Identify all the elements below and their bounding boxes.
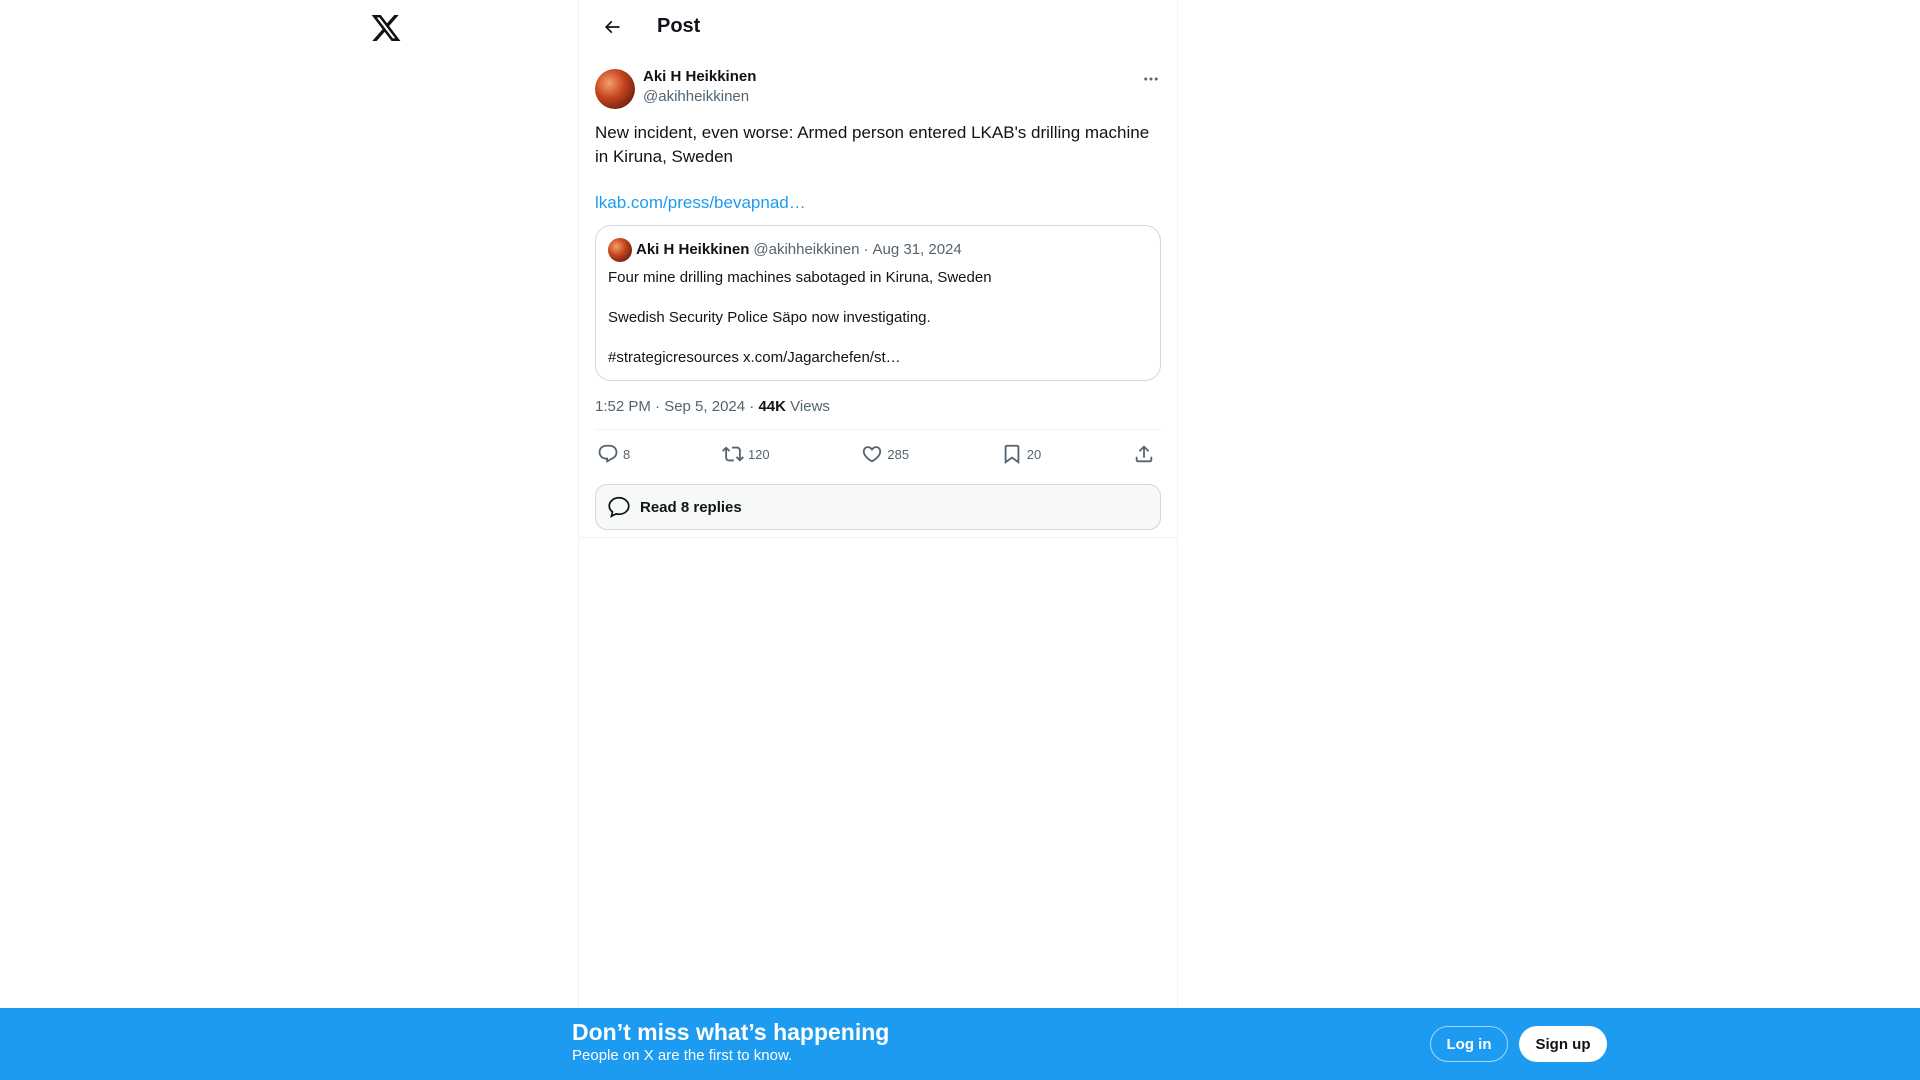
repost-button[interactable]: 120 — [722, 443, 770, 465]
reply-icon — [598, 444, 618, 463]
page-header: Post — [579, 0, 1177, 53]
primary-column: Post Aki H Heikkinen @akihheikkinen New … — [578, 0, 1178, 1080]
back-button[interactable] — [595, 10, 629, 44]
more-options-button[interactable] — [1141, 69, 1161, 89]
avatar[interactable] — [595, 69, 635, 109]
quote-line: #strategicresources x.com/Jagarchefen/st… — [608, 349, 901, 366]
bookmark-icon — [1004, 444, 1020, 465]
bookmark-count: 20 — [1026, 446, 1042, 462]
x-logo-icon[interactable] — [370, 12, 402, 44]
post-divider — [579, 530, 1177, 538]
quote-line: Swedish Security Police Säpo now investi… — [608, 309, 931, 326]
author-names: Aki H Heikkinen @akihheikkinen — [643, 65, 756, 107]
share-button[interactable] — [1133, 443, 1159, 465]
author-display-name[interactable]: Aki H Heikkinen — [643, 67, 756, 87]
read-replies-label: Read 8 replies — [640, 498, 742, 516]
quote-author-name: Aki H Heikkinen — [636, 241, 750, 258]
quote-date: Aug 31, 2024 — [872, 241, 962, 258]
login-button[interactable]: Log in — [1430, 1026, 1508, 1062]
author-handle[interactable]: @akihheikkinen — [643, 87, 756, 107]
post-text: New incident, even worse: Armed person e… — [595, 123, 1150, 166]
quoted-post[interactable]: Aki H Heikkinen @akihheikkinen · Aug 31,… — [595, 225, 1161, 381]
like-button[interactable]: 285 — [861, 443, 909, 465]
quote-text: Four mine drilling machines sabotaged in… — [608, 268, 1148, 368]
post-meta: 1:52 PM · Sep 5, 2024 · 44K Views — [595, 397, 1161, 430]
login-banner: Don’t miss what’s happening People on X … — [0, 1008, 1920, 1080]
quote-header: Aki H Heikkinen @akihheikkinen · Aug 31,… — [608, 238, 1148, 262]
banner-text: Don’t miss what’s happening People on X … — [572, 1018, 889, 1066]
like-count: 285 — [887, 446, 910, 462]
reply-count: 8 — [623, 446, 631, 462]
repost-icon — [722, 446, 744, 462]
share-icon — [1135, 445, 1153, 463]
reply-button[interactable]: 8 — [597, 443, 630, 465]
quote-author-handle: @akihheikkinen — [753, 241, 860, 258]
post-author: Aki H Heikkinen @akihheikkinen — [595, 65, 1161, 109]
arrow-left-icon — [604, 20, 620, 33]
signup-button[interactable]: Sign up — [1519, 1026, 1607, 1062]
meta-separator: · — [749, 398, 755, 415]
banner-title: Don’t miss what’s happening — [572, 1019, 890, 1045]
post-link[interactable]: lkab.com/press/bevapnad… — [595, 193, 1161, 213]
quote-separator: · — [863, 241, 869, 258]
read-replies-button[interactable]: Read 8 replies — [595, 484, 1161, 530]
post-timestamp[interactable]: 1:52 PM · Sep 5, 2024 — [595, 398, 745, 415]
chat-bubble-icon — [608, 496, 630, 518]
views-count: 44K — [758, 398, 786, 415]
quote-avatar — [608, 238, 632, 262]
views-label: Views — [790, 398, 830, 415]
quote-line: Four mine drilling machines sabotaged in… — [608, 269, 992, 286]
post-article: Aki H Heikkinen @akihheikkinen New incid… — [579, 53, 1177, 538]
banner-subtitle: People on X are the first to know. — [572, 1047, 793, 1064]
bookmark-button[interactable]: 20 — [1001, 443, 1041, 465]
post-actions: 8 120 285 20 — [595, 430, 1161, 478]
repost-count: 120 — [747, 446, 770, 462]
more-horizontal-icon — [1144, 77, 1158, 81]
page-title: Post — [657, 15, 701, 37]
heart-icon — [863, 446, 882, 463]
